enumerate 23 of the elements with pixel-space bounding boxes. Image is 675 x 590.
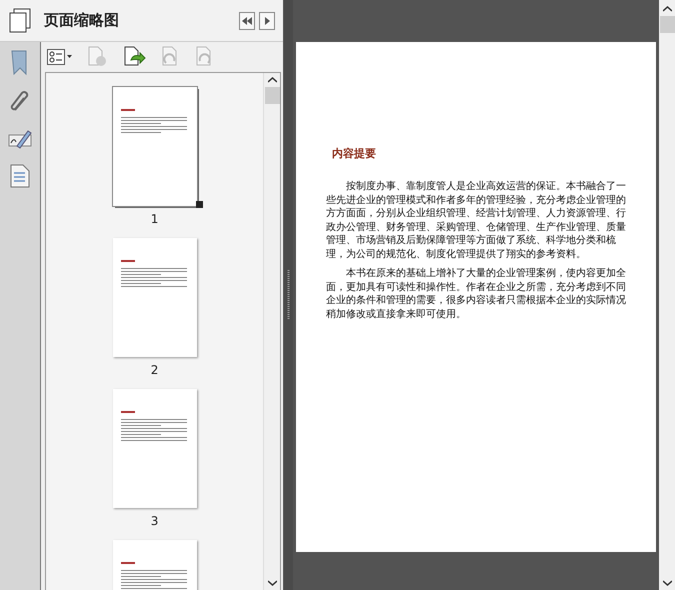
right-arrow-icon [264, 16, 270, 24]
scrollbar-thumb[interactable] [660, 16, 675, 33]
collapse-panel-button[interactable] [239, 12, 256, 30]
page-thumbnail[interactable] [112, 87, 197, 206]
document-paragraph: 按制度办事、靠制度管人是企业高效运营的保证。本书融合了一些先进企业的管理模式和作者多年的管理经验，充分考虑企业管理的方方面面，分别从企业组织管理、经营计划管理、人力资源管理、行政办公管理、财务管理、采购管理、仓储管理、生产作业管理、质量管理、市场营销及后勤保障管理等方面做了系统、科学地分类和梳理，为公司的规范化、制度化管理提供了翔实的参考资料。 [326, 180, 628, 262]
page-number: 1 [150, 211, 158, 228]
list-options-icon [47, 49, 73, 65]
signature-pen-icon[interactable] [8, 128, 32, 150]
options-dropdown-button[interactable] [47, 49, 73, 65]
splitter-grip-icon[interactable] [287, 270, 290, 320]
pages-icon[interactable] [8, 8, 32, 34]
page-number: 2 [150, 362, 158, 379]
document-paragraph: 本书在原来的基础上增补了大量的企业管理案例，使内容更加全面，更加具有可读性和操作性。作者在企业之所需，充分考虑到不同企业的条件和管理的需要，很多内容读者只需根据本企业的实际情况稍加修改或直接拿来即可使用。 [326, 267, 628, 322]
page-thumbnail[interactable] [112, 389, 197, 508]
page-icon[interactable] [10, 164, 30, 188]
double-left-arrow-icon [242, 16, 252, 24]
page-number: 3 [150, 513, 158, 530]
expand-panel-button[interactable] [259, 12, 276, 30]
scrollbar-thumb[interactable] [264, 87, 280, 104]
document-heading: 内容提要 [332, 147, 378, 160]
page-arrow-icon[interactable] [123, 46, 147, 68]
page-thumbnail[interactable] [112, 238, 197, 357]
panel-title: 页面缩略图 [44, 10, 119, 32]
